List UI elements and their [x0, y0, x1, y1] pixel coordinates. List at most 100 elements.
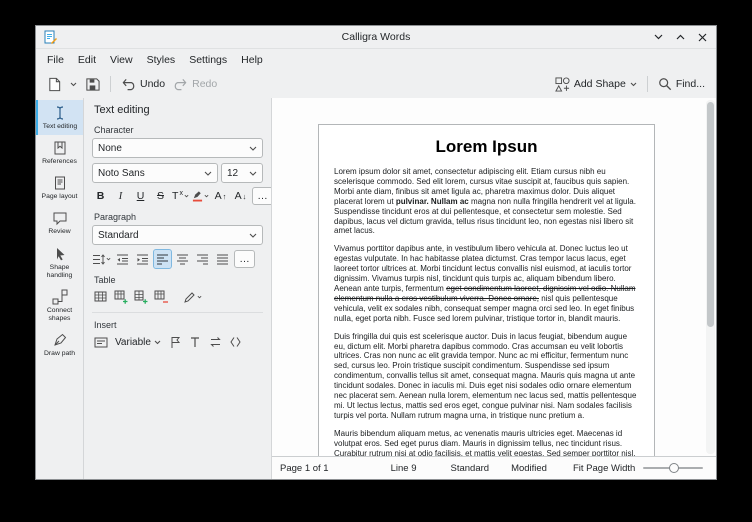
sidebar-item-text-editing[interactable]: Text editing: [36, 100, 83, 135]
italic-button[interactable]: I: [112, 187, 129, 205]
minimize-button[interactable]: [652, 31, 665, 44]
redo-label: Redo: [192, 78, 217, 90]
chevron-down-icon: [70, 82, 77, 87]
paragraph-style-value: Standard: [98, 230, 139, 241]
swap-button[interactable]: [207, 333, 224, 351]
new-document-dropdown[interactable]: [66, 79, 81, 90]
font-family-combobox[interactable]: Noto Sans: [92, 163, 218, 183]
save-button[interactable]: [81, 74, 104, 95]
align-left-button[interactable]: [154, 250, 171, 268]
shrink-font-button[interactable]: A↓: [232, 187, 249, 205]
font-size-combobox[interactable]: 12: [221, 163, 263, 183]
decrease-indent-button[interactable]: [114, 250, 131, 268]
variable-dropdown[interactable]: Variable: [112, 337, 164, 348]
save-icon: [85, 77, 100, 92]
superscript-subscript-button[interactable]: Tx: [172, 187, 189, 205]
pen-icon: [52, 332, 68, 348]
text-frame-button[interactable]: [187, 333, 204, 351]
zoom-mode-selector[interactable]: Fit Page Width: [573, 463, 635, 474]
shrink-font-glyph: A: [235, 190, 242, 202]
titlebar[interactable]: Calligra Words: [36, 26, 716, 49]
zoom-slider-handle[interactable]: [669, 463, 679, 473]
document-view[interactable]: Lorem Ipsun Lorem ipsum dolor sit amet, …: [272, 98, 716, 456]
align-justify-button[interactable]: [214, 250, 231, 268]
text-color-button[interactable]: [192, 187, 209, 205]
chevron-down-icon: [184, 194, 189, 198]
menu-view[interactable]: View: [103, 52, 140, 68]
sidebar-item-label: Connect shapes: [37, 307, 82, 323]
align-right-button[interactable]: [194, 250, 211, 268]
strikethrough-button[interactable]: S: [152, 187, 169, 205]
document-page[interactable]: Lorem Ipsun Lorem ipsum dolor sit amet, …: [318, 124, 655, 456]
bookmark-button[interactable]: [167, 333, 184, 351]
script-sup-glyph: x: [179, 190, 183, 197]
insert-table-button[interactable]: [92, 288, 109, 306]
script-glyph: T: [172, 190, 178, 202]
more-character-options-button[interactable]: …: [252, 187, 272, 205]
chevron-down-icon: [204, 194, 209, 198]
delete-table-button[interactable]: [152, 288, 169, 306]
table-section-label: Table: [94, 275, 263, 285]
grow-font-glyph: A: [215, 190, 222, 202]
character-style-value: None: [98, 143, 122, 154]
menu-file[interactable]: File: [40, 52, 71, 68]
character-section-label: Character: [94, 125, 263, 135]
document-heading: Lorem Ipsun: [334, 137, 639, 157]
special-character-button[interactable]: [227, 333, 244, 351]
menu-settings[interactable]: Settings: [182, 52, 234, 68]
undo-button[interactable]: Undo: [117, 74, 169, 94]
chevron-down-icon: [106, 257, 111, 261]
paragraph-style-combobox[interactable]: Standard: [92, 225, 263, 245]
vertical-scrollbar[interactable]: [706, 100, 715, 454]
sidebar-item-label: Page layout: [42, 193, 78, 201]
zoom-slider[interactable]: [643, 461, 703, 475]
chevron-down-icon: [154, 340, 161, 345]
document-paragraph: Duis fringilla dui quis est scelerisque …: [334, 332, 639, 421]
character-style-combobox[interactable]: None: [92, 138, 263, 158]
add-shape-button[interactable]: Add Shape: [551, 74, 641, 95]
sidebar-item-references[interactable]: References: [36, 135, 83, 170]
undo-label: Undo: [140, 78, 165, 90]
sidebar-item-label: Text editing: [43, 123, 77, 131]
insert-column-button[interactable]: [132, 288, 149, 306]
paragraph-section-label: Paragraph: [94, 212, 263, 222]
redo-button[interactable]: Redo: [169, 74, 221, 94]
docker-separator: [92, 312, 263, 313]
border-pen-button[interactable]: [183, 288, 202, 306]
toolbar-separator: [647, 76, 648, 92]
scrollbar-thumb[interactable]: [707, 102, 714, 327]
increase-indent-button[interactable]: [134, 250, 151, 268]
sidebar-item-shape-handling[interactable]: Shape handling: [36, 241, 83, 284]
menu-styles[interactable]: Styles: [140, 52, 183, 68]
find-label: Find...: [676, 78, 705, 90]
chevron-down-icon: [204, 171, 212, 176]
menu-help[interactable]: Help: [234, 52, 270, 68]
find-button[interactable]: Find...: [654, 74, 709, 94]
variable-label: Variable: [115, 337, 151, 348]
sidebar-item-draw-path[interactable]: Draw path: [36, 327, 83, 362]
app-window: Calligra Words File Edit View Styles Set…: [35, 25, 717, 480]
menu-edit[interactable]: Edit: [71, 52, 103, 68]
up-arrow-icon: ↑: [223, 192, 227, 201]
style-indicator: Standard: [451, 463, 490, 474]
chevron-down-icon: [249, 146, 257, 151]
line-spacing-button[interactable]: [92, 250, 111, 268]
search-icon: [658, 77, 672, 91]
sidebar-item-page-layout[interactable]: Page layout: [36, 170, 83, 205]
document-paragraph: Vivamus porttitor dapibus ante, in vesti…: [334, 244, 639, 323]
more-paragraph-options-button[interactable]: …: [234, 250, 255, 268]
underline-button[interactable]: U: [132, 187, 149, 205]
align-center-button[interactable]: [174, 250, 191, 268]
comment-bubble-icon: [52, 210, 68, 226]
new-document-button[interactable]: [43, 74, 66, 95]
bold-button[interactable]: B: [92, 187, 109, 205]
sidebar-item-label: References: [42, 158, 77, 166]
maximize-button[interactable]: [674, 31, 687, 44]
insert-field-button[interactable]: [92, 333, 109, 351]
sidebar-item-review[interactable]: Review: [36, 205, 83, 240]
sidebar-item-connect-shapes[interactable]: Connect shapes: [36, 284, 83, 327]
menubar: File Edit View Styles Settings Help: [36, 49, 716, 70]
grow-font-button[interactable]: A↑: [212, 187, 229, 205]
close-button[interactable]: [696, 31, 709, 44]
insert-row-button[interactable]: [112, 288, 129, 306]
